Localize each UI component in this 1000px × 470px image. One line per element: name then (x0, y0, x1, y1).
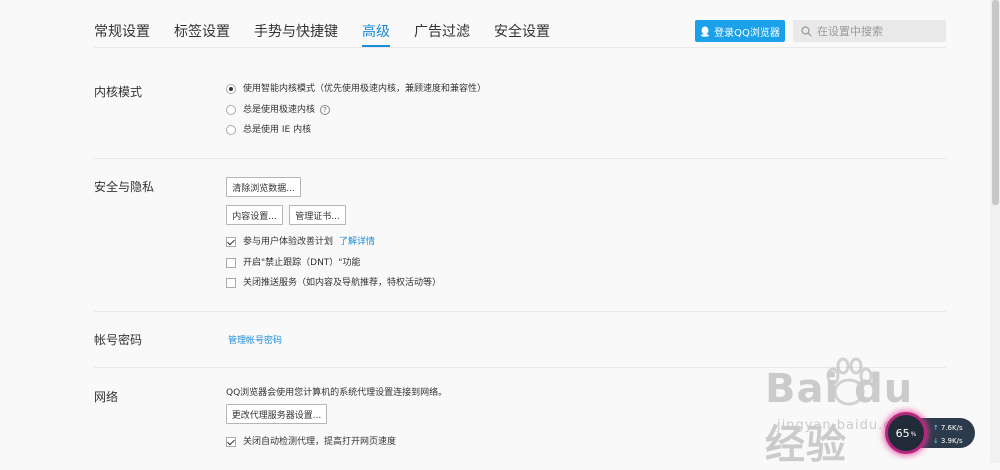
tab-gestures-shortcuts[interactable]: 手势与快捷键 (254, 0, 338, 48)
learn-more-link[interactable]: 了解详情 (339, 236, 375, 248)
kernel-option-label: 使用智能内核模式（优先使用极速内核，兼顾速度和兼容性） (243, 84, 487, 94)
login-button-label: 登录QQ浏览器 (714, 27, 780, 39)
tab-advanced[interactable]: 高级 (362, 0, 390, 48)
login-qq-browser-button[interactable]: 登录QQ浏览器 (695, 20, 785, 42)
download-speed: ↓ 3.9K/s (933, 437, 963, 445)
search-icon (801, 25, 812, 37)
checkbox[interactable] (226, 258, 236, 268)
kernel-option-smart[interactable]: 使用智能内核模式（优先使用极速内核，兼顾速度和兼容性） (226, 83, 486, 95)
speed-percent: 65 (895, 426, 910, 440)
clear-browsing-data-button[interactable]: 清除浏览数据... (226, 177, 301, 197)
vertical-scrollbar[interactable] (990, 0, 1000, 463)
tab-general[interactable]: 常规设置 (94, 0, 150, 48)
kernel-option-fast[interactable]: 总是使用极速内核 ? (226, 104, 331, 116)
scrollbar-thumb[interactable] (992, 0, 999, 205)
content-settings-button[interactable]: 内容设置... (226, 205, 283, 225)
checkbox[interactable] (226, 237, 236, 247)
settings-search-box[interactable] (793, 20, 946, 42)
speed-widget-ring: 65% (885, 412, 927, 454)
check-label: 开启"禁止跟踪（DNT）"功能 (243, 258, 361, 268)
upload-speed: ↑ 7.6K/s (933, 424, 963, 432)
check-label: 关闭自动检测代理，提高打开网页速度 (243, 437, 397, 447)
upload-arrow-icon: ↑ (933, 424, 939, 432)
change-proxy-settings-button[interactable]: 更改代理服务器设置... (226, 404, 327, 424)
privacy-check-push[interactable]: 关闭推送服务（如内容及导航推荐，特权活动等） (226, 277, 441, 289)
header-divider (94, 47, 946, 48)
speed-percent-sign: % (910, 431, 917, 438)
download-arrow-icon: ↓ (933, 437, 939, 445)
check-label: 关闭推送服务（如内容及导航推荐，特权活动等） (243, 278, 442, 288)
section-divider (94, 158, 946, 159)
settings-search-input[interactable] (817, 24, 937, 38)
network-title: 网络 (94, 390, 119, 404)
network-description: QQ浏览器会使用您计算机的系统代理设置连接到网络。 (226, 388, 448, 398)
privacy-check-dnt[interactable]: 开启"禁止跟踪（DNT）"功能 (226, 257, 360, 269)
checkbox[interactable] (226, 437, 236, 447)
manage-certificates-button[interactable]: 管理证书... (289, 205, 346, 225)
network-check-auto-proxy[interactable]: 关闭自动检测代理，提高打开网页速度 (226, 436, 396, 448)
tab-ad-filter[interactable]: 广告过滤 (414, 0, 470, 48)
settings-header: 常规设置 标签设置 手势与快捷键 高级 广告过滤 安全设置 登录QQ浏览器 (0, 0, 1000, 48)
kernel-option-label: 总是使用极速内核 (243, 105, 316, 115)
radio-button[interactable] (226, 125, 236, 135)
kernel-mode-title: 内核模式 (94, 85, 143, 99)
settings-tabs: 常规设置 标签设置 手势与快捷键 高级 广告过滤 安全设置 (94, 0, 574, 48)
tab-security[interactable]: 安全设置 (494, 0, 550, 48)
download-speed-value: 3.9K/s (940, 437, 963, 445)
privacy-title: 安全与隐私 (94, 180, 155, 194)
radio-button[interactable] (226, 105, 236, 115)
tab-tabs[interactable]: 标签设置 (174, 0, 230, 48)
section-divider (94, 311, 946, 312)
upload-speed-value: 7.6K/s (940, 424, 963, 432)
qq-penguin-icon (700, 26, 710, 37)
network-speed-widget[interactable]: 65% ↑ 7.6K/s ↓ 3.9K/s (885, 412, 975, 454)
radio-button[interactable] (226, 84, 236, 94)
kernel-option-ie[interactable]: 总是使用 IE 内核 (226, 124, 311, 136)
manage-account-password-link[interactable]: 管理帐号密码 (228, 333, 282, 346)
help-question-icon[interactable]: ? (320, 105, 331, 115)
kernel-option-label: 总是使用 IE 内核 (243, 125, 312, 135)
checkbox[interactable] (226, 278, 236, 288)
check-label: 参与用户体验改善计划 (243, 237, 334, 247)
account-title: 帐号密码 (94, 333, 143, 347)
privacy-check-ux-program[interactable]: 参与用户体验改善计划 了解详情 (226, 236, 375, 248)
